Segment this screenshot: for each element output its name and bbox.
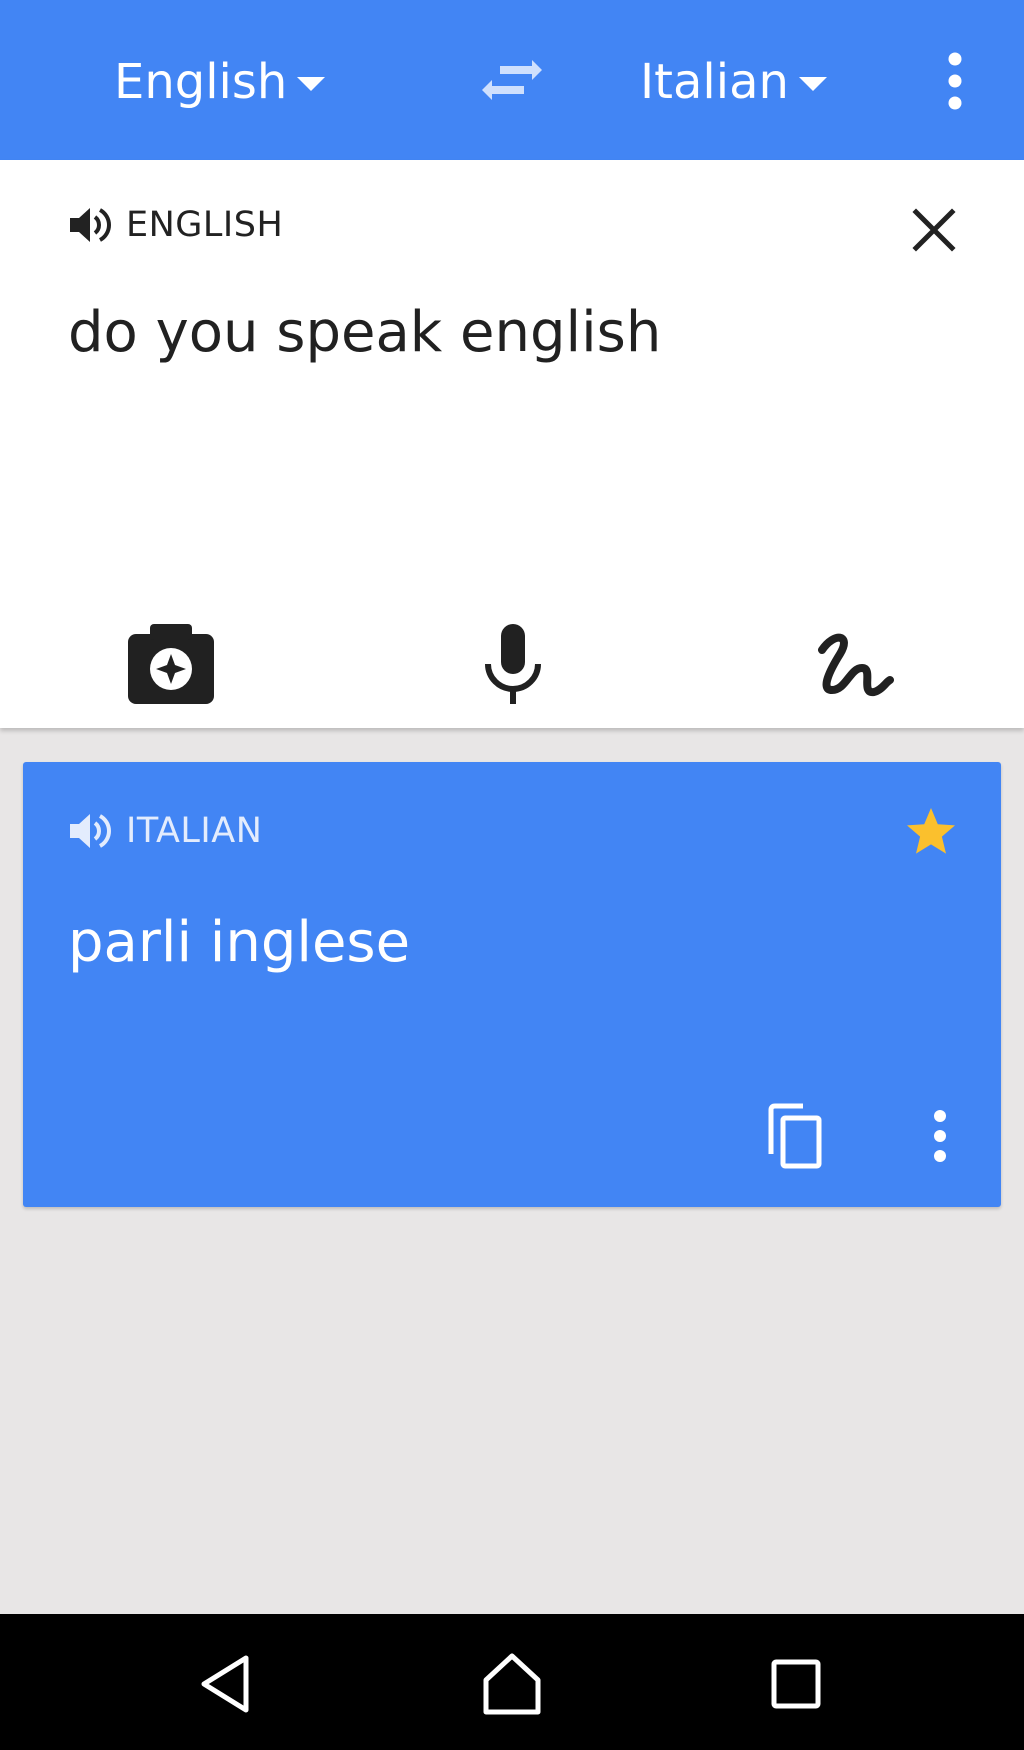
star-icon	[907, 808, 955, 854]
target-language-header: ITALIAN	[68, 808, 262, 854]
copy-icon	[768, 1103, 822, 1169]
language-toolbar: English Italian	[0, 0, 1024, 160]
voice-input-button[interactable]	[458, 610, 568, 710]
listen-translation-button[interactable]	[68, 811, 114, 851]
target-language-selector[interactable]: Italian	[640, 42, 827, 122]
more-vert-icon	[948, 52, 962, 110]
translation-more-button[interactable]	[923, 1108, 957, 1164]
translation-card[interactable]: ITALIAN parli inglese	[23, 762, 1001, 1207]
camera-input-button[interactable]	[116, 610, 226, 710]
translated-text: parli inglese	[68, 910, 411, 975]
translate-app: English Italian ENGLISH do you speak eng…	[0, 0, 1024, 1750]
handwriting-icon	[818, 633, 894, 696]
listen-source-button[interactable]	[68, 205, 114, 245]
target-language-label: Italian	[640, 54, 789, 110]
target-language-caption: ITALIAN	[126, 811, 263, 851]
source-language-dropdown-icon	[297, 77, 326, 91]
clear-input-button[interactable]	[906, 202, 962, 258]
recents-button[interactable]	[756, 1644, 836, 1724]
source-language-header: ENGLISH	[68, 202, 283, 248]
speaker-icon	[70, 814, 111, 848]
input-card: ENGLISH do you speak english	[0, 160, 1024, 728]
copy-translation-button[interactable]	[763, 1102, 825, 1172]
swap-languages-icon	[482, 60, 542, 100]
save-phrase-button[interactable]	[901, 802, 961, 862]
camera-icon	[128, 624, 214, 704]
target-language-dropdown-icon	[798, 77, 827, 91]
more-vert-icon	[934, 1110, 946, 1162]
swap-languages-button[interactable]	[470, 44, 554, 120]
speaker-icon	[70, 208, 111, 242]
source-language-caption: ENGLISH	[126, 205, 284, 245]
source-text[interactable]: do you speak english	[68, 300, 661, 365]
microphone-icon	[485, 624, 541, 704]
source-language-label: English	[114, 54, 288, 110]
source-language-selector[interactable]: English	[114, 42, 326, 122]
handwriting-input-button[interactable]	[800, 610, 910, 710]
close-icon	[912, 208, 956, 252]
toolbar-more-button[interactable]	[930, 50, 980, 112]
home-icon	[483, 1653, 541, 1715]
home-button[interactable]	[472, 1644, 552, 1724]
back-button[interactable]	[188, 1644, 268, 1724]
recents-icon	[771, 1659, 821, 1709]
system-navigation-bar	[0, 1614, 1024, 1750]
back-icon	[201, 1655, 249, 1713]
